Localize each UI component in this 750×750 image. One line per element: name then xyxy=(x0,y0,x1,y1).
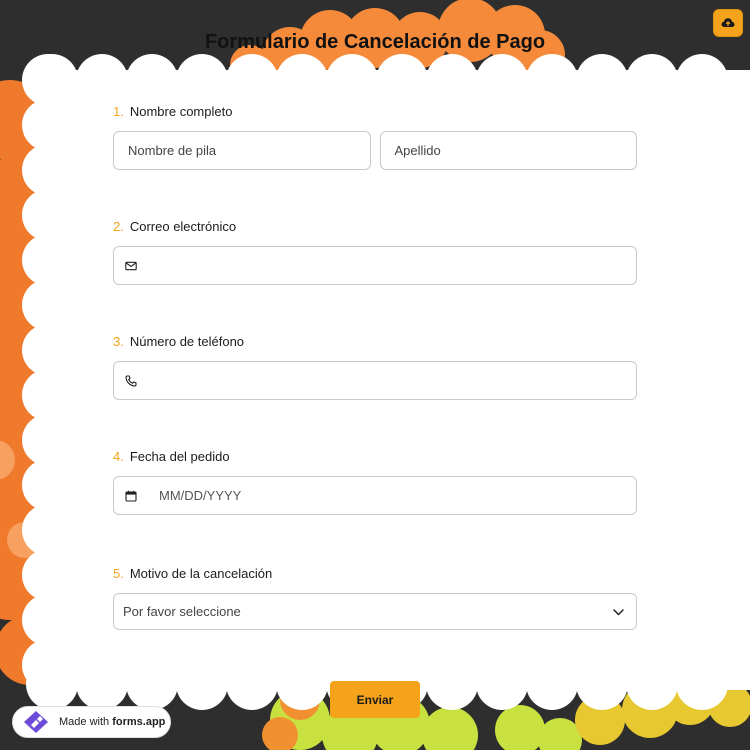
cancel-reason-select[interactable]: Por favor seleccione xyxy=(113,593,637,630)
question-text: Número de teléfono xyxy=(129,333,245,349)
question-number: 5. xyxy=(113,565,124,581)
badge-text: Made with forms.app xyxy=(59,716,165,728)
order-date-field[interactable]: MM/DD/YYYY xyxy=(113,476,637,515)
question-full-name: 1. Nombre completo Nombre de pila Apelli… xyxy=(113,102,637,170)
select-value: Por favor seleccione xyxy=(123,604,241,619)
email-field[interactable] xyxy=(113,246,637,285)
cloud-upload-button[interactable] xyxy=(713,9,743,37)
first-name-placeholder: Nombre de pila xyxy=(128,143,217,158)
cloud-upload-icon xyxy=(721,18,735,27)
phone-field[interactable] xyxy=(113,361,637,400)
question-label: 3. Número de teléfono xyxy=(113,332,637,350)
question-number: 2. xyxy=(113,218,124,234)
first-name-field[interactable]: Nombre de pila xyxy=(113,131,371,170)
question-phone: 3. Número de teléfono xyxy=(113,332,637,400)
question-label: 1. Nombre completo xyxy=(113,102,637,120)
date-placeholder: MM/DD/YYYY xyxy=(159,488,242,503)
badge-brand: forms.app xyxy=(112,716,166,728)
page-title: Formulario de Cancelación de Pago xyxy=(204,31,546,53)
made-with-badge[interactable]: Made with forms.app xyxy=(12,706,171,738)
question-label: 2. Correo electrónico xyxy=(113,217,637,235)
last-name-field[interactable]: Apellido xyxy=(379,131,637,170)
question-text: Motivo de la cancelación xyxy=(129,565,273,581)
badge-prefix: Made with xyxy=(59,716,113,728)
question-cancel-reason: 5. Motivo de la cancelación Por favor se… xyxy=(113,564,637,630)
question-text: Fecha del pedido xyxy=(129,448,230,464)
question-label: 5. Motivo de la cancelación xyxy=(113,564,637,582)
question-order-date: 4. Fecha del pedido MM/DD/YYYY xyxy=(113,447,637,515)
question-text: Correo electrónico xyxy=(129,218,237,234)
envelope-icon xyxy=(125,259,139,273)
question-email: 2. Correo electrónico xyxy=(113,217,637,285)
question-label: 4. Fecha del pedido xyxy=(113,447,637,465)
question-number: 4. xyxy=(113,448,124,464)
question-number: 1. xyxy=(113,103,124,119)
question-number: 3. xyxy=(113,333,124,349)
last-name-placeholder: Apellido xyxy=(394,143,441,158)
submit-button[interactable]: Enviar xyxy=(330,681,420,718)
chevron-down-icon xyxy=(613,604,624,619)
forms-app-logo-icon xyxy=(24,711,48,733)
calendar-icon xyxy=(125,489,139,503)
question-text: Nombre completo xyxy=(129,103,233,119)
phone-icon xyxy=(125,374,139,388)
